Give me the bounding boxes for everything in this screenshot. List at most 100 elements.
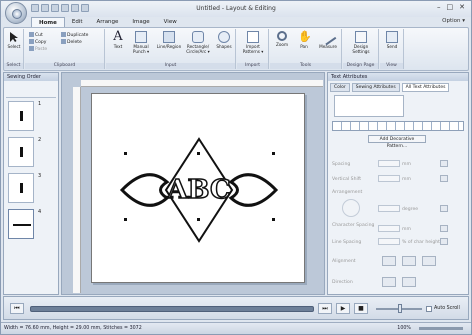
scissors-icon: [29, 32, 34, 37]
cut-button[interactable]: Cut: [29, 32, 43, 39]
sewing-order-item[interactable]: [8, 173, 34, 203]
status-bar: Width = 76.60 mm, Height = 29.00 mm, Sti…: [1, 322, 471, 334]
duplicate-icon: [61, 32, 66, 37]
text-attributes-title: Text Attributes: [328, 73, 468, 81]
select-button[interactable]: Select: [6, 31, 22, 49]
zoom-button[interactable]: Zoom: [272, 31, 292, 47]
options-menu[interactable]: Option ▾: [442, 18, 465, 24]
angle-unit: degree: [402, 207, 419, 212]
vertical-shift-reset-icon[interactable]: [440, 175, 448, 182]
hand-icon: ✋: [298, 30, 312, 43]
text-button[interactable]: A Text: [108, 29, 128, 49]
align-center-icon[interactable]: [402, 256, 416, 266]
shapes-button[interactable]: Shapes: [214, 31, 234, 49]
text-icon: A: [113, 29, 123, 44]
direction-horizontal-icon[interactable]: [382, 277, 396, 287]
app-window: Untitled - Layout & Editing – □ ✕ Home E…: [0, 0, 472, 335]
sewing-order-item[interactable]: [8, 101, 34, 131]
tab-view[interactable]: View: [157, 17, 184, 27]
stitch-progress-track[interactable]: [30, 306, 314, 312]
horizontal-ruler: [81, 80, 323, 87]
stop-icon[interactable]: ■: [354, 303, 368, 314]
measure-button[interactable]: Measure: [316, 28, 340, 49]
manual-punch-icon: [135, 31, 147, 43]
vertical-shift-unit: mm: [402, 177, 411, 182]
right-flourish: [228, 173, 279, 207]
direction-vertical-icon[interactable]: [402, 277, 416, 287]
tab-image[interactable]: Image: [125, 17, 156, 27]
add-decorative-pattern-button[interactable]: Add Decorative Pattern...: [368, 135, 426, 149]
sewing-order-panel: Sewing Order 1 2 3 4: [3, 72, 59, 295]
character-spacing-reset-icon[interactable]: [440, 225, 448, 232]
text-attributes-panel: Text Attributes Color Sewing Attributes …: [327, 72, 469, 295]
import-patterns-button[interactable]: Import Patterns ▾: [239, 31, 267, 54]
sewing-order-toolbar: [6, 82, 56, 98]
monogram-text: ABC: [166, 175, 230, 205]
align-right-icon[interactable]: [422, 256, 436, 266]
line-spacing-field[interactable]: [378, 238, 400, 245]
embroidery-design[interactable]: ABC: [92, 94, 306, 284]
magnifier-icon: [277, 31, 287, 41]
group-input: A Text Manual Punch ▾ Line/Region Rectang…: [106, 29, 236, 69]
align-left-icon[interactable]: [382, 256, 396, 266]
close-icon[interactable]: ✕: [459, 3, 465, 11]
delete-button[interactable]: Delete: [61, 39, 82, 46]
play-icon[interactable]: ▶: [336, 303, 350, 314]
send-icon: [386, 31, 398, 43]
spacing-reset-icon[interactable]: [440, 160, 448, 167]
line-spacing-unit: % of char height: [402, 240, 440, 245]
sewing-order-item[interactable]: [8, 137, 34, 167]
shapes-icon: [218, 31, 230, 43]
speed-slider-thumb[interactable]: [398, 304, 402, 313]
spacing-field[interactable]: [378, 160, 400, 167]
spacing-label: Spacing: [332, 162, 351, 167]
minimize-icon[interactable]: –: [437, 3, 441, 11]
sewing-order-title: Sewing Order: [4, 73, 58, 81]
design-page[interactable]: ABC: [91, 93, 305, 283]
import-icon: [247, 31, 259, 43]
delete-icon: [61, 39, 66, 44]
angle-reset-icon[interactable]: [440, 205, 448, 212]
window-title: Untitled - Layout & Editing: [196, 5, 276, 12]
tab-sewing-attributes[interactable]: Sewing Attributes: [351, 83, 400, 92]
auto-scroll-checkbox[interactable]: [426, 306, 432, 312]
design-settings-button[interactable]: Design Settings: [345, 31, 377, 54]
zoom-slider[interactable]: [419, 327, 463, 330]
copy-button[interactable]: Copy: [29, 39, 46, 46]
rewind-icon[interactable]: ⏮: [10, 303, 24, 314]
fast-forward-icon[interactable]: ⏭: [318, 303, 332, 314]
paste-button[interactable]: Paste: [29, 46, 47, 53]
line-spacing-reset-icon[interactable]: [440, 238, 448, 245]
line-region-button[interactable]: Line/Region: [156, 31, 182, 49]
left-flourish: [119, 173, 170, 207]
decorative-pattern-list[interactable]: [332, 121, 464, 131]
angle-field[interactable]: [378, 205, 400, 212]
maximize-icon[interactable]: □: [447, 3, 454, 11]
manual-punch-button[interactable]: Manual Punch ▾: [130, 31, 152, 54]
tab-all-text-attributes[interactable]: All Text Attributes: [401, 83, 450, 92]
copy-icon: [29, 39, 34, 44]
alignment-label: Alignment: [332, 259, 356, 264]
auto-scroll-label: Auto Scroll: [434, 306, 460, 311]
application-button[interactable]: [5, 2, 27, 24]
character-spacing-field[interactable]: [378, 225, 400, 232]
duplicate-button[interactable]: Duplicate: [61, 32, 88, 39]
select-arrow-icon: [10, 32, 18, 42]
tab-edit[interactable]: Edit: [65, 17, 90, 27]
vertical-ruler: [73, 87, 81, 293]
sewing-order-item[interactable]: [8, 209, 34, 239]
tab-arrange[interactable]: Arrange: [90, 17, 126, 27]
ruler-icon: [319, 28, 337, 46]
character-spacing-unit: mm: [402, 227, 411, 232]
arrangement-dial[interactable]: [342, 199, 360, 217]
tab-color[interactable]: Color: [330, 83, 350, 92]
status-text: Width = 76.60 mm, Height = 29.00 mm, Sti…: [4, 326, 142, 331]
group-import: Import Patterns ▾ Import: [237, 29, 269, 69]
rectangle-circle-arc-button[interactable]: Rectangle/ Circle/Arc ▾: [184, 31, 212, 54]
vertical-shift-field[interactable]: [378, 175, 400, 182]
tab-home[interactable]: Home: [31, 17, 65, 27]
group-select: Select Select: [4, 29, 24, 69]
line-spacing-label: Line Spacing: [332, 240, 362, 245]
send-button[interactable]: Send: [382, 31, 402, 49]
pan-button[interactable]: ✋ Pan: [294, 30, 314, 50]
